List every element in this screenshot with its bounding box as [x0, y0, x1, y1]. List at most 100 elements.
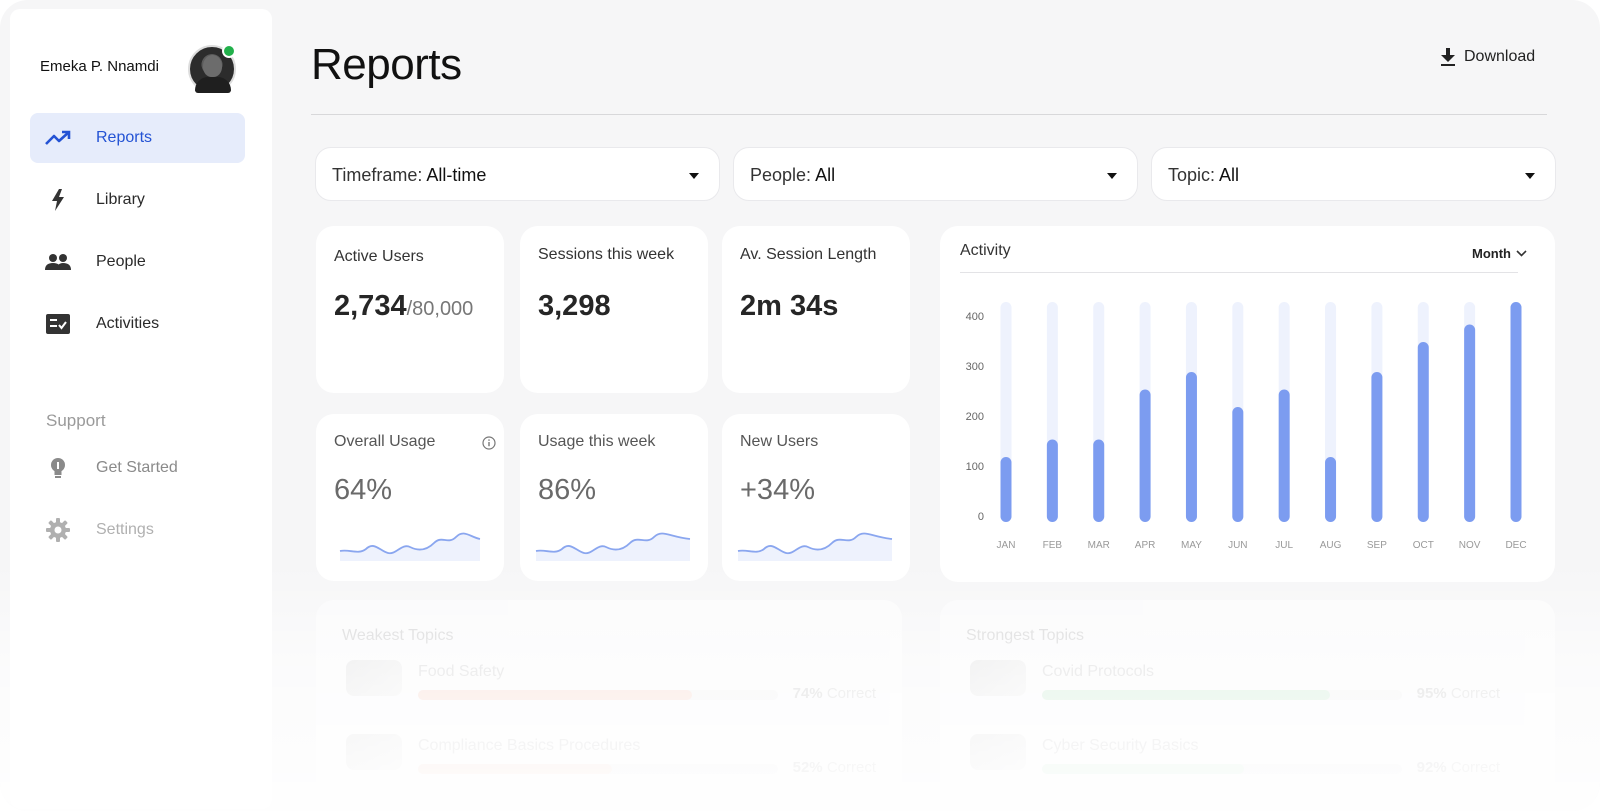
- new-users-card: New Users +34%: [722, 414, 910, 581]
- topic-row[interactable]: Food Safety 74% Correct: [346, 660, 876, 702]
- topic-percent-suffix: Correct: [1446, 685, 1500, 702]
- card-title: Av. Session Length: [740, 246, 877, 263]
- sidebar-item-label: Reports: [96, 129, 153, 146]
- lightbulb-icon: [45, 455, 71, 481]
- sidebar-item-label: Activities: [96, 315, 160, 332]
- strongest-topics-card: Strongest Topics Covid Protocols 95% Cor…: [940, 600, 1555, 800]
- info-icon[interactable]: [482, 436, 496, 450]
- card-value: 2m 34s: [740, 290, 839, 322]
- x-tick-label: FEB: [1043, 540, 1063, 551]
- timeframe-filter-value: All-time: [426, 165, 487, 185]
- sidebar-item-reports[interactable]: Reports: [30, 113, 245, 163]
- topic-filter-text: Topic: All: [1168, 165, 1239, 186]
- activity-card: Activity Month 0 100 200 300 400 JAN FEB MAR APR…: [940, 226, 1555, 582]
- topic-percent-value: 74%: [792, 685, 823, 702]
- topic-percent: 52% Correct: [793, 759, 876, 776]
- people-filter[interactable]: People: All: [733, 147, 1138, 201]
- topic-filter[interactable]: Topic: All: [1151, 147, 1556, 201]
- topic-name: Compliance Basics Procedures: [418, 737, 641, 754]
- topic-progress: [1042, 764, 1402, 774]
- sidebar-item-activities[interactable]: Activities: [30, 299, 245, 349]
- support-heading: Support: [46, 411, 106, 430]
- topic-thumbnail: [970, 734, 1026, 770]
- weakest-topics-title: Weakest Topics: [342, 627, 454, 644]
- bar-apr[interactable]: [1139, 389, 1151, 523]
- user-name: Emeka P. Nnamdi: [40, 58, 159, 75]
- strongest-topics-title: Strongest Topics: [966, 627, 1084, 644]
- topic-filter-value: All: [1219, 165, 1240, 185]
- overall-usage-card: Overall Usage 64%: [316, 414, 504, 581]
- people-filter-value: All: [815, 165, 836, 185]
- topic-thumbnail: [346, 734, 402, 770]
- card-title: Active Users: [334, 248, 424, 265]
- usage-week-card: Usage this week 86%: [520, 414, 708, 581]
- topic-thumbnail: [346, 660, 402, 696]
- card-title: Sessions this week: [538, 246, 675, 263]
- topic-row[interactable]: Cyber Security Basics 92% Correct: [970, 734, 1500, 776]
- usage-sparkline: [535, 532, 691, 561]
- topic-row[interactable]: Covid Protocols 95% Correct: [970, 660, 1500, 702]
- bar-mar[interactable]: [1093, 439, 1105, 523]
- topic-progress-fill: [418, 764, 613, 774]
- topic-row[interactable]: Compliance Basics Procedures 52% Correct: [346, 734, 876, 776]
- timeframe-filter-text: Timeframe: All-time: [332, 165, 486, 186]
- active-users-value: 2,734: [334, 290, 407, 322]
- x-tick-label: SEP: [1367, 540, 1387, 551]
- x-tick-label: JUL: [1275, 540, 1293, 551]
- topic-percent-suffix: Correct: [1446, 759, 1500, 776]
- topic-progress: [1042, 690, 1402, 700]
- topic-thumbnail: [970, 660, 1026, 696]
- caret-down-icon: [689, 173, 699, 179]
- topic-percent-suffix: Correct: [822, 759, 876, 776]
- gear-icon: [45, 517, 71, 543]
- sidebar-item-label: People: [96, 253, 146, 270]
- sidebar: Emeka P. Nnamdi Reports Library People A…: [10, 9, 272, 809]
- x-tick-label: MAY: [1181, 540, 1202, 551]
- timeframe-filter-label: Timeframe:: [332, 165, 427, 185]
- sidebar-item-people[interactable]: People: [30, 237, 245, 287]
- bar-aug[interactable]: [1325, 457, 1337, 522]
- page-title: Reports: [311, 40, 462, 89]
- topic-filter-label: Topic:: [1168, 165, 1220, 185]
- topic-progress: [418, 764, 778, 774]
- card-title: New Users: [740, 433, 819, 450]
- topic-percent: 95% Correct: [1417, 685, 1500, 702]
- x-tick-label: NOV: [1459, 540, 1481, 551]
- usage-sparkline: [737, 532, 893, 561]
- activity-bar-chart: 0 100 200 300 400 JAN FEB MAR APR MAY JUN JUL AUG SEP…: [966, 302, 1527, 551]
- bar-oct[interactable]: [1417, 342, 1429, 522]
- x-tick-label: OCT: [1413, 540, 1434, 551]
- download-icon: [1441, 48, 1455, 66]
- people-filter-text: People: All: [750, 165, 835, 186]
- y-tick-label: 300: [966, 361, 984, 373]
- y-tick-label: 0: [978, 511, 984, 523]
- people-icon: [45, 249, 71, 275]
- sidebar-item-settings[interactable]: Settings: [30, 505, 245, 555]
- sidebar-item-get-started[interactable]: Get Started: [30, 443, 245, 493]
- sidebar-item-library[interactable]: Library: [30, 175, 245, 225]
- avatar-face: [203, 55, 222, 77]
- bar-jul[interactable]: [1278, 389, 1290, 523]
- sessions-card: Sessions this week 3,298: [520, 226, 708, 393]
- active-users-total: /80,000: [406, 298, 474, 320]
- bar-nov[interactable]: [1464, 324, 1476, 523]
- card-value: 3,298: [538, 290, 611, 322]
- sidebar-item-label: Library: [96, 191, 145, 208]
- card-value: +34%: [740, 474, 815, 506]
- session-length-card: Av. Session Length 2m 34s: [722, 226, 910, 393]
- bar-dec[interactable]: [1510, 302, 1522, 522]
- timeframe-filter[interactable]: Timeframe: All-time: [315, 147, 720, 201]
- y-tick-label: 200: [966, 411, 984, 423]
- bar-jan[interactable]: [1000, 457, 1012, 522]
- topic-name: Cyber Security Basics: [1042, 737, 1199, 754]
- card-value: 86%: [538, 474, 597, 506]
- lightning-icon: [45, 187, 71, 213]
- checklist-icon: [45, 311, 71, 337]
- bar-feb[interactable]: [1046, 439, 1058, 523]
- bar-may[interactable]: [1185, 372, 1197, 522]
- bar-jun[interactable]: [1232, 407, 1244, 522]
- usage-sparkline: [339, 532, 481, 561]
- topic-percent-value: 95%: [1416, 685, 1447, 702]
- download-button[interactable]: Download: [1440, 48, 1535, 66]
- bar-sep[interactable]: [1371, 372, 1383, 522]
